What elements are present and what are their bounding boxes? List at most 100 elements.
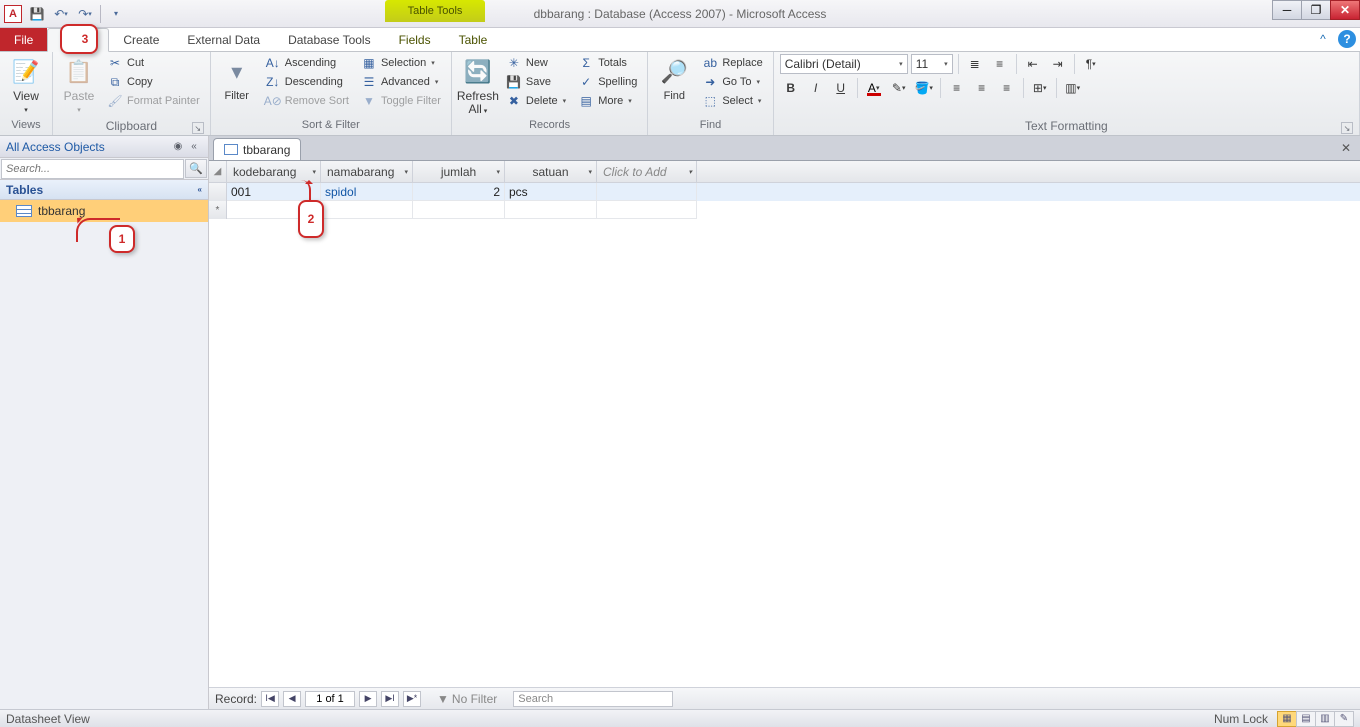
column-header-add[interactable]: Click to Add▾ xyxy=(597,161,697,182)
select-button[interactable]: ⬚Select▾ xyxy=(698,92,766,110)
descending-button[interactable]: Z↓Descending xyxy=(261,73,353,91)
underline-icon[interactable]: U xyxy=(830,78,852,98)
font-color-icon[interactable]: A▾ xyxy=(863,78,885,98)
cell-namabarang[interactable]: spidol xyxy=(321,183,413,201)
close-tab-icon[interactable]: ✕ xyxy=(1338,140,1354,156)
customize-qat-icon[interactable]: ▾ xyxy=(105,3,127,25)
cell-empty[interactable] xyxy=(597,201,697,219)
cell-satuan[interactable]: pcs xyxy=(505,183,597,201)
cell-jumlah[interactable]: 2 xyxy=(413,183,505,201)
first-record-button[interactable]: I◀ xyxy=(261,691,279,707)
save-record-button[interactable]: 💾Save xyxy=(502,73,570,91)
next-record-button[interactable]: ▶ xyxy=(359,691,377,707)
datasheet-view-button[interactable]: ▦ xyxy=(1277,711,1297,727)
restore-button[interactable]: ❐ xyxy=(1301,0,1331,20)
fields-tab[interactable]: Fields xyxy=(385,28,445,51)
spelling-icon: ✓ xyxy=(578,74,594,90)
align-center-icon[interactable]: ≡ xyxy=(971,78,993,98)
column-dropdown-icon[interactable]: ▾ xyxy=(496,168,500,176)
record-search-input[interactable] xyxy=(513,691,673,707)
search-button-icon[interactable]: 🔍 xyxy=(185,159,207,178)
more-button[interactable]: ▤More▾ xyxy=(574,92,641,110)
gridlines-icon[interactable]: ⊞▾ xyxy=(1029,78,1051,98)
refresh-all-button[interactable]: 🔄 Refresh All ▾ xyxy=(458,54,498,118)
row-selector[interactable] xyxy=(209,183,227,201)
increase-indent-icon[interactable]: ⇥ xyxy=(1047,54,1069,74)
save-icon[interactable]: 💾 xyxy=(26,3,48,25)
filter-indicator[interactable]: ▼No Filter xyxy=(437,692,497,706)
minimize-button[interactable]: ─ xyxy=(1272,0,1302,20)
align-right-icon[interactable]: ≡ xyxy=(996,78,1018,98)
table-row-new[interactable]: * xyxy=(209,201,1360,219)
new-record-button[interactable]: ✳New xyxy=(502,54,570,72)
find-button[interactable]: 🔎 Find xyxy=(654,54,694,104)
navpane-group-tables[interactable]: Tables« xyxy=(0,180,208,200)
align-left-icon[interactable]: ≡ xyxy=(946,78,968,98)
delete-record-button[interactable]: ✖Delete▾ xyxy=(502,92,570,110)
view-button[interactable]: 📝 View▾ xyxy=(6,54,46,117)
column-dropdown-icon[interactable]: ▾ xyxy=(312,168,316,176)
table-row[interactable]: 001 spidol 2 pcs xyxy=(209,183,1360,201)
redo-icon[interactable]: ↷▾ xyxy=(74,3,96,25)
selection-button[interactable]: ▦Selection▾ xyxy=(357,54,445,72)
clipboard-dialog-launcher[interactable]: ↘ xyxy=(192,122,204,134)
binoculars-icon: 🔎 xyxy=(658,56,690,88)
select-all-corner[interactable]: ◢ xyxy=(209,161,227,182)
bullets-icon[interactable]: ≣ xyxy=(964,54,986,74)
search-input[interactable] xyxy=(1,159,184,179)
document-tab-tbbarang[interactable]: tbbarang xyxy=(213,138,301,160)
copy-button[interactable]: ⧉Copy xyxy=(103,73,204,91)
pivot-chart-view-button[interactable]: ▥ xyxy=(1315,711,1335,727)
collapse-group-icon[interactable]: « xyxy=(198,185,202,194)
totals-button[interactable]: ΣTotals xyxy=(574,54,641,72)
pivot-table-view-button[interactable]: ▤ xyxy=(1296,711,1316,727)
numbering-icon[interactable]: ≡ xyxy=(989,54,1011,74)
text-direction-icon[interactable]: ¶▾ xyxy=(1080,54,1102,74)
table-tab[interactable]: Table xyxy=(445,28,502,51)
spelling-button[interactable]: ✓Spelling xyxy=(574,73,641,91)
cell-add[interactable] xyxy=(597,183,697,201)
column-dropdown-icon[interactable]: ▾ xyxy=(404,168,408,176)
text-formatting-dialog-launcher[interactable]: ↘ xyxy=(1341,122,1353,134)
help-icon[interactable]: ? xyxy=(1338,30,1356,48)
prev-record-button[interactable]: ◀ xyxy=(283,691,301,707)
file-tab[interactable]: File xyxy=(0,28,47,51)
advanced-button[interactable]: ☰Advanced▾ xyxy=(357,73,445,91)
minimize-ribbon-icon[interactable]: ^ xyxy=(1314,30,1332,48)
navpane-header[interactable]: All Access Objects ◉ « xyxy=(0,136,208,158)
fill-color-icon[interactable]: 🪣▾ xyxy=(913,78,935,98)
cell-empty[interactable] xyxy=(321,201,413,219)
design-view-button[interactable]: ✎ xyxy=(1334,711,1354,727)
alternate-row-color-icon[interactable]: ▥▾ xyxy=(1062,78,1084,98)
filter-button[interactable]: ▾ Filter xyxy=(217,54,257,104)
column-dropdown-icon[interactable]: ▾ xyxy=(688,168,692,176)
column-header-namabarang[interactable]: namabarang▾ xyxy=(321,161,413,182)
record-position-input[interactable] xyxy=(305,691,355,707)
cell-empty[interactable] xyxy=(505,201,597,219)
callout-2: 2 xyxy=(298,200,324,238)
ascending-button[interactable]: A↓Ascending xyxy=(261,54,353,72)
navpane-dropdown-icon[interactable]: ◉ xyxy=(170,139,186,155)
undo-icon[interactable]: ↶▾ xyxy=(50,3,72,25)
font-family-combo[interactable]: Calibri (Detail)▾ xyxy=(780,54,908,74)
decrease-indent-icon[interactable]: ⇤ xyxy=(1022,54,1044,74)
column-header-jumlah[interactable]: jumlah▾ xyxy=(413,161,505,182)
font-size-combo[interactable]: 11▾ xyxy=(911,54,953,74)
navpane-collapse-icon[interactable]: « xyxy=(186,139,202,155)
italic-icon[interactable]: I xyxy=(805,78,827,98)
replace-button[interactable]: abReplace xyxy=(698,54,766,72)
highlight-icon[interactable]: ✎▾ xyxy=(888,78,910,98)
column-header-satuan[interactable]: satuan▾ xyxy=(505,161,597,182)
last-record-button[interactable]: ▶I xyxy=(381,691,399,707)
goto-button[interactable]: ➜Go To▾ xyxy=(698,73,766,91)
bold-icon[interactable]: B xyxy=(780,78,802,98)
database-tools-tab[interactable]: Database Tools xyxy=(274,28,385,51)
create-tab[interactable]: Create xyxy=(109,28,173,51)
new-row-selector[interactable]: * xyxy=(209,201,227,219)
column-dropdown-icon[interactable]: ▾ xyxy=(588,168,592,176)
new-record-nav-button[interactable]: ▶* xyxy=(403,691,421,707)
close-button[interactable]: ✕ xyxy=(1330,0,1360,20)
cell-empty[interactable] xyxy=(413,201,505,219)
external-data-tab[interactable]: External Data xyxy=(173,28,274,51)
cut-button[interactable]: ✂Cut xyxy=(103,54,204,72)
